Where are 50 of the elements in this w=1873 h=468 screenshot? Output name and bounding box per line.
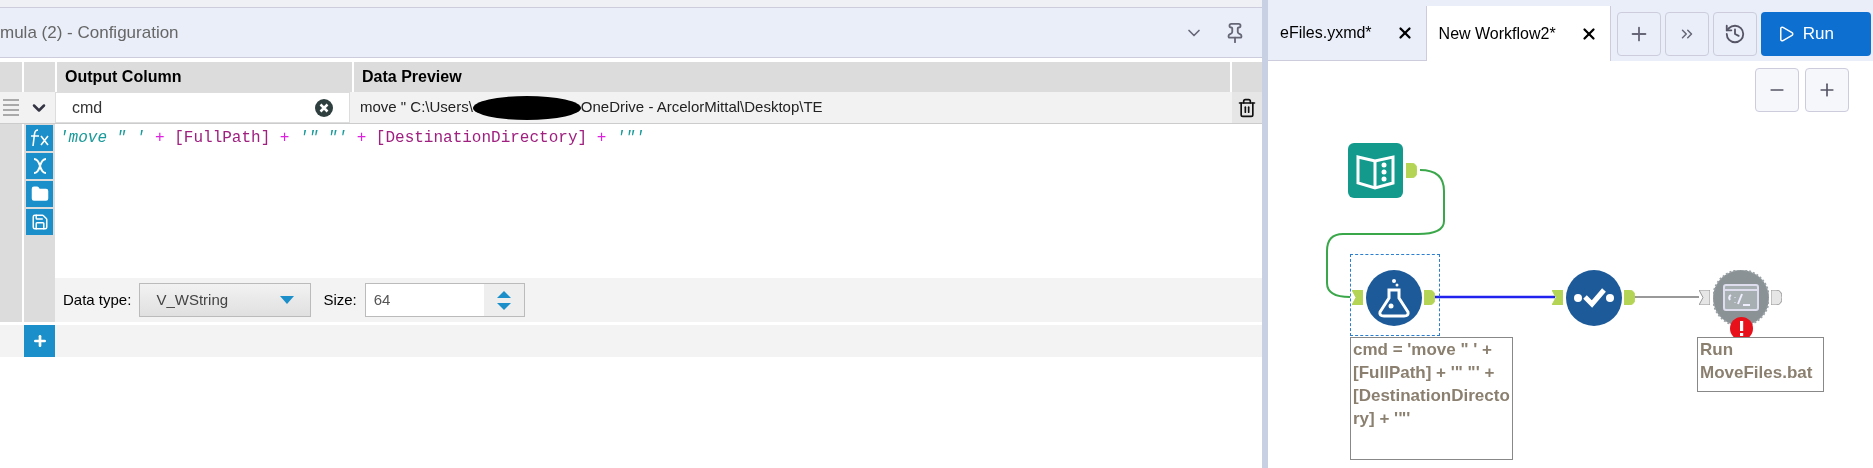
- expression-token: +: [356, 128, 367, 149]
- expression-token: [DestinationDirectory]: [375, 128, 588, 149]
- data-preview-text: OneDrive - ArcelorMittal\Desktop\TE: [580, 97, 823, 118]
- table-row[interactable]: cmd move " C:\Users\ OneDrive - ArcelorMittal\Desktop\TE: [0, 92, 1262, 124]
- book-icon[interactable]: [1348, 143, 1403, 198]
- data-type-dropdown[interactable]: V_WString: [139, 283, 312, 317]
- output-anchor-icon[interactable]: [1771, 290, 1782, 305]
- zoom-in-button[interactable]: [1805, 68, 1849, 112]
- expression-token: '" "': [299, 128, 348, 149]
- variable-icon[interactable]: [26, 153, 53, 179]
- run-button[interactable]: Run: [1760, 11, 1871, 56]
- size-label: Size:: [323, 289, 357, 310]
- checkmark-icon[interactable]: [1566, 270, 1622, 326]
- input-anchor-icon[interactable]: [1699, 290, 1710, 305]
- new-tab-button[interactable]: [1616, 11, 1661, 56]
- save-icon[interactable]: [26, 209, 53, 235]
- plus-icon[interactable]: [31, 333, 48, 349]
- expression-token: +: [596, 128, 607, 149]
- output-column-field[interactable]: cmd: [55, 92, 350, 123]
- function-icon[interactable]: [26, 125, 53, 151]
- add-row-button[interactable]: [24, 325, 55, 357]
- panel-title: mula (2) - Configuration: [0, 21, 179, 44]
- workflow-tab[interactable]: eFiles.yxmd*: [1268, 6, 1427, 61]
- annotation-note[interactable]: cmd = 'move " ' + [FullPath] + '" "' + [DestinationDirectory] + '"': [1350, 337, 1513, 460]
- history-icon[interactable]: [1723, 22, 1746, 45]
- connector-line: [1632, 296, 1700, 298]
- column-header: Data Preview: [354, 62, 1230, 92]
- flask-icon[interactable]: [1366, 270, 1422, 326]
- input-anchor-icon[interactable]: [1352, 290, 1363, 305]
- expression-token: 'move " ': [59, 128, 146, 149]
- data-type-label: Data type:: [63, 289, 132, 310]
- size-field[interactable]: 64: [364, 283, 525, 317]
- annotation-note[interactable]: Run MoveFiles.bat: [1697, 337, 1824, 392]
- clear-icon[interactable]: [315, 98, 333, 117]
- folder-icon[interactable]: [26, 181, 53, 207]
- dropdown-caret-icon[interactable]: [280, 296, 295, 304]
- header-gutter: [0, 62, 22, 92]
- header-gutter: [1232, 62, 1262, 92]
- expression-token: '"': [615, 128, 645, 149]
- spinner-icon[interactable]: [483, 284, 524, 316]
- input-anchor-icon[interactable]: [1552, 290, 1563, 305]
- data-preview-text: move " C:\Users\: [360, 97, 473, 118]
- workflow-tab[interactable]: New Workflow2*: [1426, 6, 1611, 61]
- header-gutter: [24, 62, 55, 92]
- expression-token: [FullPath]: [174, 128, 271, 149]
- history-button[interactable]: [1712, 11, 1757, 56]
- column-header: Output Column: [57, 62, 352, 92]
- expression-token: +: [155, 128, 165, 149]
- expression-token: +: [279, 128, 290, 149]
- terminal-icon[interactable]: [1713, 270, 1769, 326]
